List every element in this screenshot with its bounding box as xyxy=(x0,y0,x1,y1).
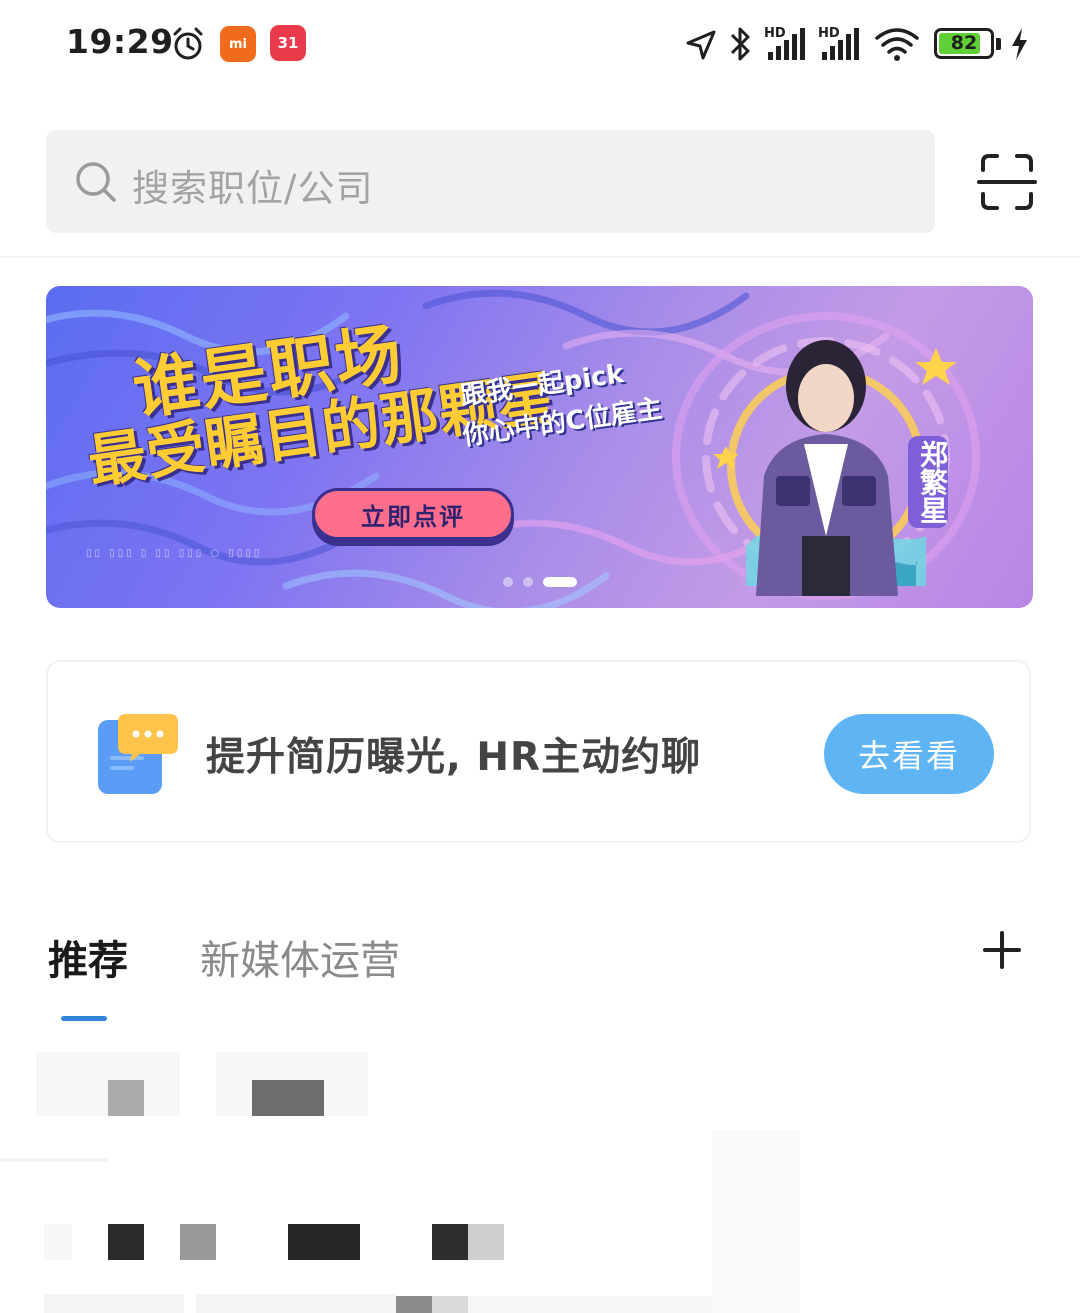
obscured-block xyxy=(288,1224,360,1260)
obscured-block xyxy=(468,1224,504,1260)
battery-cap xyxy=(996,38,1001,50)
add-tab-icon[interactable] xyxy=(982,930,1022,970)
wifi-icon xyxy=(875,28,919,61)
battery-icon: 82 xyxy=(934,28,994,59)
scan-icon[interactable] xyxy=(975,150,1039,214)
obscured-block xyxy=(432,1296,468,1313)
obscured-block xyxy=(108,1224,144,1260)
search-icon xyxy=(76,162,116,202)
tab-new-media-operation[interactable]: 新媒体运营 xyxy=(200,928,400,986)
obscured-block xyxy=(180,1224,216,1260)
obscured-block xyxy=(712,1130,800,1313)
promo-text: 提升简历曝光, HR主动约聊 xyxy=(206,735,702,780)
promo-view-button[interactable]: 去看看 xyxy=(824,714,994,794)
resume-promo-card[interactable]: 提升简历曝光, HR主动约聊 去看看 xyxy=(46,660,1031,843)
status-time: 19:29 xyxy=(66,22,174,61)
svg-text:HD: HD xyxy=(818,26,840,41)
tab-recommend[interactable]: 推荐 xyxy=(48,928,128,986)
battery-level: 82 xyxy=(950,32,978,54)
xiaomi-app-icon: mi xyxy=(220,26,256,62)
location-icon xyxy=(686,30,716,60)
alarm-icon xyxy=(173,27,203,60)
obscured-block xyxy=(108,1080,144,1116)
search-input[interactable]: 搜索职位/公司 xyxy=(46,130,935,233)
header-divider xyxy=(0,256,1080,258)
obscured-block xyxy=(44,1224,72,1260)
charging-icon xyxy=(1012,28,1027,60)
obscured-block xyxy=(432,1224,468,1260)
banner-sponsor-logos: ▯▯ ▯▯▯ ▯ ▯▯ ▯▯▯ ○ ▯▯▯▯ xyxy=(86,548,263,559)
bluetooth-icon xyxy=(730,27,750,61)
obscured-block xyxy=(396,1296,432,1313)
banner-pagination xyxy=(46,577,1033,587)
banner-dot[interactable] xyxy=(502,577,513,587)
obscured-block xyxy=(252,1080,324,1116)
obscured-block xyxy=(468,1296,712,1313)
chat-resume-icon xyxy=(98,714,178,794)
svg-text:HD: HD xyxy=(764,26,786,41)
banner-dot[interactable] xyxy=(522,577,533,587)
signal-hd-icon: HD xyxy=(764,26,805,60)
promo-banner[interactable]: 谁是职场 最受瞩目的那颗星 跟我一起pick 你心中的C位雇主 立即点评 郑繁星… xyxy=(46,286,1033,608)
banner-star-name: 郑繁星 xyxy=(908,436,949,528)
obscured-block xyxy=(0,1158,108,1162)
app-31-icon: 31 xyxy=(270,25,306,61)
search-placeholder: 搜索职位/公司 xyxy=(132,167,374,210)
obscured-block xyxy=(44,1294,184,1313)
obscured-block xyxy=(196,1294,396,1313)
status-bar: 19:29 mi 31 HD HD 82 xyxy=(0,0,1080,90)
signal-hd-icon: HD xyxy=(818,26,859,60)
banner-dot-active[interactable] xyxy=(542,577,577,587)
tab-active-indicator xyxy=(61,1016,107,1021)
banner-review-button[interactable]: 立即点评 xyxy=(312,488,514,540)
